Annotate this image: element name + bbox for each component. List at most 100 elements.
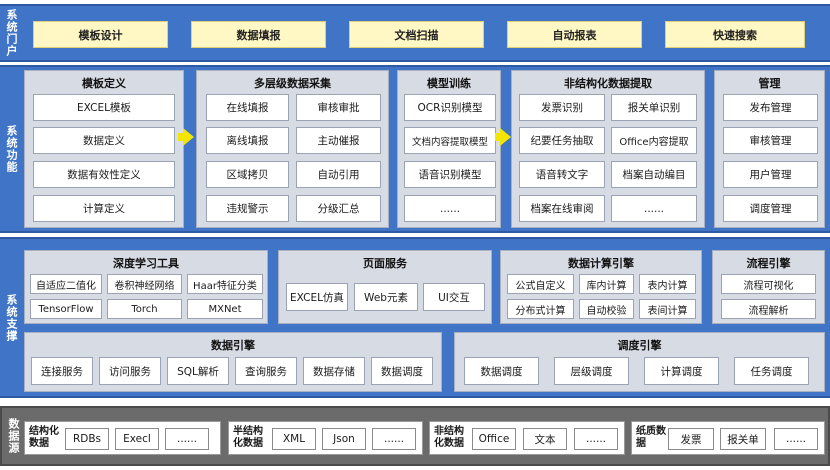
panel-title: 流程引擎 [746, 257, 791, 270]
cell-adaptive-binarization[interactable]: 自适应二值化 [30, 274, 102, 294]
cell-query-service[interactable]: 查询服务 [235, 357, 297, 385]
panel-template-definition: 模板定义 EXCEL模板 数据定义 数据有效性定义 计算定义 [24, 70, 184, 228]
cell-region-copy[interactable]: 区域拷贝 [206, 161, 289, 188]
cell-user-management[interactable]: 用户管理 [723, 161, 818, 188]
cell-active-reminder[interactable]: 主动催报 [296, 127, 381, 154]
source-group-structured: 结构化数据 RDBs Execl ...... [24, 421, 221, 455]
cell-sql-parsing[interactable]: SQL解析 [167, 357, 229, 385]
cell-more[interactable]: ...... [404, 195, 496, 222]
panel-flow-engine: 流程引擎 流程可视化 流程解析 [712, 250, 825, 324]
cell-speech-to-text[interactable]: 语音转文字 [519, 161, 605, 188]
source-group-label: 结构化数据 [29, 426, 59, 449]
panel-model-training: 模型训练 OCR识别模型 文档内容提取模型 语音识别模型 ...... [397, 70, 501, 228]
source-cell-text[interactable]: 文本 [523, 428, 567, 450]
cell-in-table-calc[interactable]: 表内计算 [639, 274, 696, 294]
cell-offline-fill[interactable]: 离线填报 [206, 127, 289, 154]
cell-violation-alert[interactable]: 违规警示 [206, 195, 289, 222]
cell-review-management[interactable]: 审核管理 [723, 127, 818, 154]
cell-level-schedule[interactable]: 层级调度 [554, 357, 629, 385]
panel-title: 非结构化数据提取 [564, 77, 652, 90]
cell-flow-parsing[interactable]: 流程解析 [721, 299, 816, 319]
cell-auto-verify[interactable]: 自动校验 [579, 299, 634, 319]
cell-archive-review[interactable]: 档案在线审阅 [519, 195, 605, 222]
cell-custom-formula[interactable]: 公式自定义 [507, 274, 574, 294]
panel-data-engine: 数据引擎 连接服务 访问服务 SQL解析 查询服务 数据存储 数据调度 [24, 332, 442, 392]
cell-publish-management[interactable]: 发布管理 [723, 94, 818, 121]
cell-online-fill[interactable]: 在线填报 [206, 94, 289, 121]
portal-button-template-design[interactable]: 模板设计 [33, 21, 168, 48]
cell-cnn[interactable]: 卷积神经网络 [107, 274, 182, 294]
cell-tensorflow[interactable]: TensorFlow [30, 299, 102, 319]
cell-connection-service[interactable]: 连接服务 [31, 357, 93, 385]
panel-title: 页面服务 [363, 257, 407, 270]
portal-button-doc-scan[interactable]: 文档扫描 [349, 21, 484, 48]
source-cell-more[interactable]: ...... [165, 428, 209, 450]
cell-excel-emulation[interactable]: EXCEL仿真 [286, 283, 348, 311]
cell-torch[interactable]: Torch [107, 299, 182, 319]
cell-in-db-calc[interactable]: 库内计算 [579, 274, 634, 294]
cell-data-validity[interactable]: 数据有效性定义 [33, 161, 175, 188]
panel-title: 模板定义 [82, 77, 126, 90]
cell-excel-template[interactable]: EXCEL模板 [33, 94, 175, 121]
source-group-label: 纸质数据 [636, 426, 666, 449]
source-cell-office[interactable]: Office [472, 428, 516, 450]
panel-title: 数据计算引擎 [568, 257, 634, 270]
source-cell-xml[interactable]: XML [272, 428, 316, 450]
cell-flow-visualization[interactable]: 流程可视化 [721, 274, 816, 294]
panel-title: 调度引擎 [617, 339, 662, 352]
source-band-title: 数据源 [7, 418, 20, 454]
source-cell-rdbs[interactable]: RDBs [65, 428, 109, 450]
cell-haar[interactable]: Haar特征分类 [187, 274, 263, 294]
cell-data-schedule[interactable]: 数据调度 [464, 357, 539, 385]
portal-band-title: 系统门户 [5, 9, 18, 57]
cell-access-service[interactable]: 访问服务 [99, 357, 161, 385]
cell-task-schedule[interactable]: 任务调度 [734, 357, 809, 385]
panel-title: 模型训练 [427, 77, 471, 90]
cell-speech-model[interactable]: 语音识别模型 [404, 161, 496, 188]
cell-distributed-calc[interactable]: 分布式计算 [507, 299, 574, 319]
source-cell-more[interactable]: ...... [574, 428, 618, 450]
cell-customs-recognition[interactable]: 报关单识别 [611, 94, 697, 121]
source-cell-more[interactable]: ...... [372, 428, 416, 450]
cell-more[interactable]: ...... [611, 195, 697, 222]
source-cell-invoice[interactable]: 发票 [668, 428, 714, 450]
source-cell-execl[interactable]: Execl [115, 428, 159, 450]
source-group-label: 非结构化数据 [434, 426, 464, 449]
panel-title: 数据引擎 [211, 339, 255, 352]
cell-auto-reference[interactable]: 自动引用 [296, 161, 381, 188]
flow-arrow-icon [183, 128, 194, 146]
source-cell-customs[interactable]: 报关单 [720, 428, 766, 450]
flow-arrow-icon [500, 128, 511, 146]
cell-ocr-model[interactable]: OCR识别模型 [404, 94, 496, 121]
cell-schedule-management[interactable]: 调度管理 [723, 195, 818, 222]
panel-title: 多层级数据采集 [254, 77, 331, 90]
panel-deep-learning: 深度学习工具 自适应二值化 卷积神经网络 Haar特征分类 TensorFlow… [24, 250, 268, 324]
source-group-label: 半结构化数据 [233, 426, 263, 449]
cell-ui-interaction[interactable]: UI交互 [423, 283, 485, 311]
source-group-paper: 纸质数据 发票 报关单 ...... [631, 421, 825, 455]
cell-invoice-recognition[interactable]: 发票识别 [519, 94, 605, 121]
cell-calc-schedule[interactable]: 计算调度 [644, 357, 719, 385]
cell-doc-extract-model[interactable]: 文档内容提取模型 [404, 127, 496, 154]
source-cell-more[interactable]: ...... [774, 428, 818, 450]
portal-button-auto-report[interactable]: 自动报表 [507, 21, 642, 48]
source-cell-json[interactable]: Json [322, 428, 366, 450]
cell-level-summary[interactable]: 分级汇总 [296, 195, 381, 222]
cell-cross-table-calc[interactable]: 表间计算 [639, 299, 696, 319]
cell-archive-catalog[interactable]: 档案自动编目 [611, 161, 697, 188]
cell-data-storage[interactable]: 数据存储 [303, 357, 365, 385]
panel-schedule-engine: 调度引擎 数据调度 层级调度 计算调度 任务调度 [454, 332, 825, 392]
cell-review-approve[interactable]: 审核审批 [296, 94, 381, 121]
cell-data-definition[interactable]: 数据定义 [33, 127, 175, 154]
panel-management: 管理 发布管理 审核管理 用户管理 调度管理 [714, 70, 825, 228]
cell-calc-definition[interactable]: 计算定义 [33, 195, 175, 222]
source-group-semistructured: 半结构化数据 XML Json ...... [228, 421, 423, 455]
portal-button-quick-search[interactable]: 快速搜索 [665, 21, 805, 48]
cell-mxnet[interactable]: MXNet [187, 299, 263, 319]
cell-data-dispatch[interactable]: 数据调度 [371, 357, 433, 385]
cell-web-elements[interactable]: Web元素 [354, 283, 418, 311]
cell-office-extract[interactable]: Office内容提取 [611, 127, 697, 154]
portal-button-data-fill[interactable]: 数据填报 [191, 21, 326, 48]
cell-minutes-task[interactable]: 纪要任务抽取 [519, 127, 605, 154]
support-band-title: 系统支撑 [5, 293, 18, 342]
